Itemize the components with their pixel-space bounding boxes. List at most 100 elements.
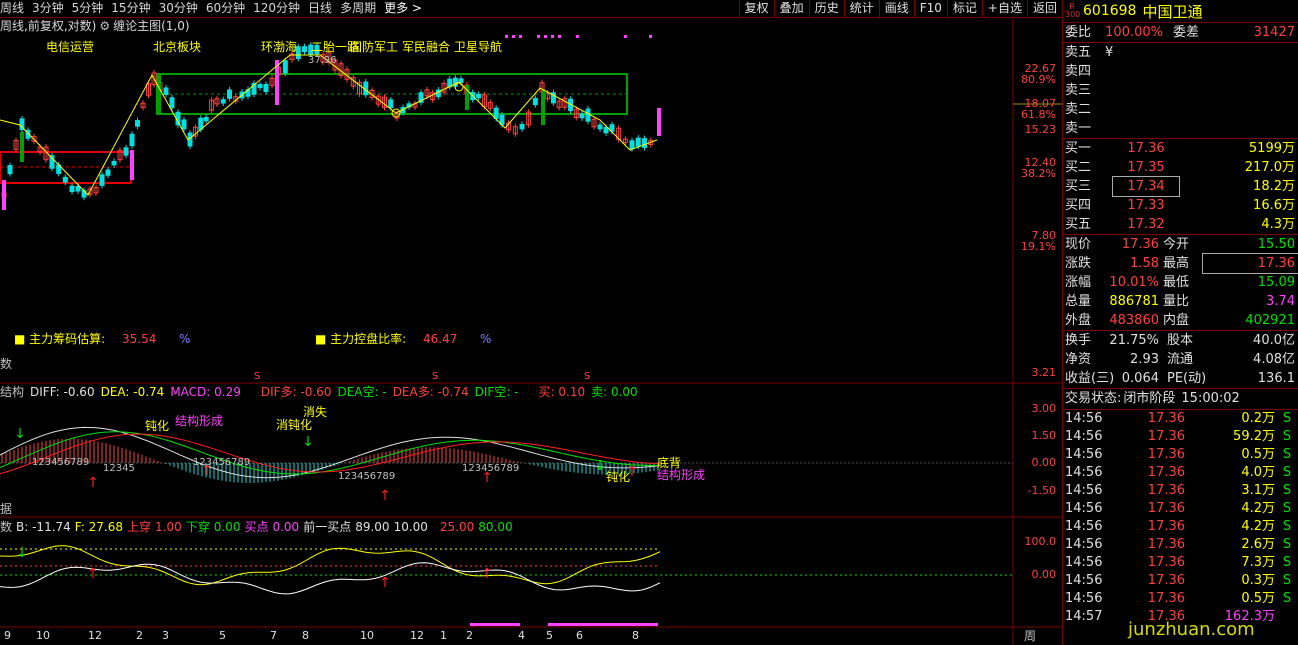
tick-time: 14:56 [1065, 465, 1103, 480]
signal-arrow-icon: ↑ [481, 566, 493, 582]
quote-key: 现价 [1065, 237, 1092, 252]
macd-note-dunhua: 钝化 [145, 419, 170, 433]
tick-row[interactable]: 14:56 17.36 0.2万 S [1063, 410, 1298, 428]
macd-count: 123456789 [193, 457, 251, 468]
candle [476, 93, 482, 99]
date-tick: 7 [270, 629, 277, 642]
watermark: junzhuan.com [1128, 619, 1255, 640]
buy-level-price: 17.32 [1127, 217, 1165, 232]
candle [123, 147, 129, 156]
macd-tick: 1.50 [1031, 429, 1057, 442]
tick-row[interactable]: 14:56 17.36 4.0万 S [1063, 464, 1298, 482]
tick-row[interactable]: 14:56 17.36 0.5万 S [1063, 590, 1298, 608]
sector-telecom: 电信运营 [46, 40, 95, 54]
fund-key: 换手 [1065, 333, 1092, 348]
tick-row[interactable]: 14:56 17.36 59.2万 S [1063, 428, 1298, 446]
kline-chart[interactable]: ↓ ↓↓↑↑↑↑ ↑↓↑↑↑ [0, 0, 1062, 645]
fund-value: 21.75% [1109, 333, 1159, 348]
tick-row[interactable]: 14:56 17.36 4.2万 S [1063, 500, 1298, 518]
tick-side: S [1282, 555, 1292, 570]
macd-note-structure: 结构形成 [175, 414, 224, 428]
buy-level-label: 买三 [1065, 179, 1092, 194]
candle [579, 113, 585, 119]
candle [111, 160, 117, 166]
tick-time: 14:57 [1065, 609, 1103, 624]
osc-tick: 0.00 [1031, 568, 1057, 581]
candle [129, 133, 135, 147]
candle-large [541, 90, 545, 125]
tick-side: S [1282, 573, 1292, 588]
date-tick: 4 [518, 629, 525, 642]
tick-price: 17.36 [1147, 483, 1185, 498]
signal-arrow-icon: ↓ [594, 458, 606, 474]
tick-price: 17.36 [1147, 429, 1185, 444]
candle-large [657, 108, 661, 136]
candle [203, 117, 209, 122]
tick-row[interactable]: 14:56 17.36 3.1万 S [1063, 482, 1298, 500]
chip-estimate-label: ■ 主力筹码估算: [14, 332, 106, 346]
tick-row[interactable]: 14:56 17.36 4.2万 S [1063, 518, 1298, 536]
buy-level: 买一 17.36 5199万 [1063, 139, 1298, 158]
stock-code[interactable]: 601698 [1083, 3, 1136, 19]
tick-volume: 0.2万 [1241, 411, 1275, 426]
tick-time: 14:56 [1065, 411, 1103, 426]
quote-key: 今开 [1163, 237, 1190, 252]
tick-time: 14:56 [1065, 573, 1103, 588]
candle [135, 120, 140, 127]
tick-row[interactable]: 14:56 17.36 7.3万 S [1063, 554, 1298, 572]
sell-level-volume [1125, 62, 1298, 81]
tick-volume: 4.2万 [1241, 519, 1275, 534]
market-badge: R 300 [1065, 2, 1081, 19]
macd-tick: -1.50 [1027, 484, 1056, 497]
quote-value: 483860 [1109, 313, 1159, 328]
buy-level-volume: 4.3万 [1261, 217, 1295, 232]
buy-level-volume: 217.0万 [1244, 160, 1295, 175]
quote-row: 涨跌 1.58 最高 17.36 [1063, 253, 1298, 274]
date-tick: 10 [360, 629, 374, 642]
tick-side: S [1282, 501, 1292, 516]
candle [597, 124, 603, 130]
sell-level: 卖三 [1063, 81, 1298, 100]
fund-key: 流通 [1167, 352, 1194, 367]
quote-value: 15.50 [1257, 237, 1295, 252]
quote-value: 1.58 [1130, 256, 1159, 271]
fund-value: 136.1 [1257, 371, 1295, 386]
date-tick: 2 [466, 629, 473, 642]
candle [75, 185, 81, 192]
tick-volume: 0.3万 [1241, 573, 1275, 588]
quote-key: 最低 [1163, 275, 1190, 290]
period-indicator: 周 [1024, 629, 1037, 643]
candle [105, 169, 111, 176]
sector-beijing: 北京板块 [153, 40, 202, 54]
date-tick: 10 [36, 629, 50, 642]
quote-value: 3.74 [1266, 294, 1295, 309]
candle-large [20, 132, 24, 162]
tick-volume: 2.6万 [1241, 537, 1275, 552]
tick-row[interactable]: 14:56 17.36 0.5万 S [1063, 446, 1298, 464]
buy-level: 买二 17.35 217.0万 [1063, 158, 1298, 177]
signal-arrow-icon: ↑ [379, 488, 391, 504]
sell-level-volume [1125, 119, 1298, 138]
chip-estimate-unit: % [179, 332, 191, 346]
buy-level-price: 17.34 [1112, 176, 1180, 197]
macd-count: 123456789 [338, 471, 396, 482]
quote-stats: 现价 17.36 今开 15.50 涨跌 1.58 最高 17.36 涨幅 10.01% 最低 15.… [1063, 235, 1298, 330]
stock-header: R 300 601698 中国卫通 [1063, 0, 1298, 23]
quote-value: 17.36 [1121, 237, 1159, 252]
tick-row[interactable]: 14:56 17.36 0.3万 S [1063, 572, 1298, 590]
fund-row: 收益(三) 0.064 PE(动) 136.1 [1063, 369, 1298, 388]
quote-key: 量比 [1163, 294, 1190, 309]
dea-line [0, 431, 661, 475]
date-tick: 6 [576, 629, 583, 642]
candle [69, 185, 75, 193]
buy-book: 买一 17.36 5199万 买二 17.35 217.0万 买三 17.34 18.2万 买四 1… [1063, 139, 1298, 234]
tick-volume: 0.5万 [1241, 447, 1275, 462]
tick-side: S [1282, 429, 1292, 444]
date-tick: 12 [88, 629, 102, 642]
tick-row[interactable]: 14:56 17.36 2.6万 S [1063, 536, 1298, 554]
trade-status-row: 交易状态: 闭市阶段 15:00:02 [1065, 391, 1240, 406]
candle [519, 124, 525, 130]
s-mark: S [254, 371, 261, 382]
stock-name[interactable]: 中国卫通 [1142, 1, 1202, 22]
tick-list[interactable]: 14:56 17.36 0.2万 S 14:56 17.36 59.2万 S 14:56 17.3… [1063, 410, 1298, 626]
